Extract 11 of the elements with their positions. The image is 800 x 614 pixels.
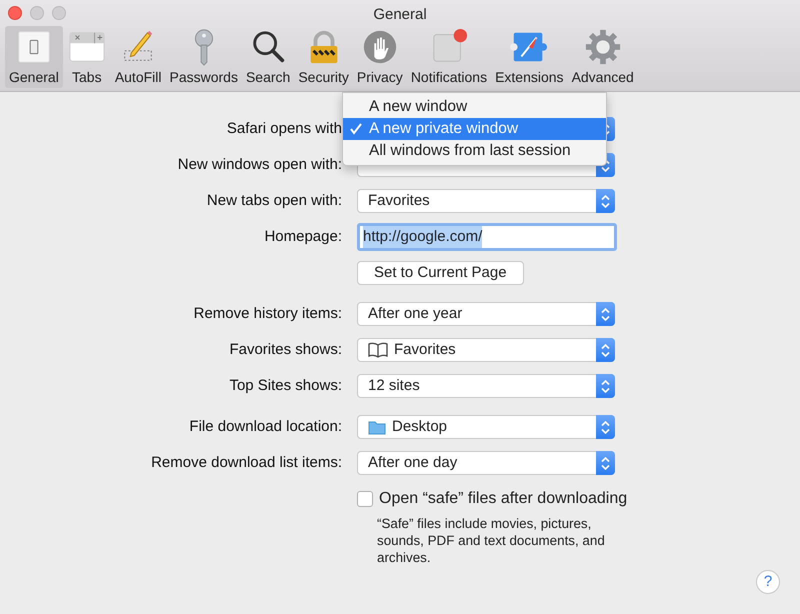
- field-label: Favorites shows:: [228, 340, 342, 360]
- help-text: “Safe” files include movies, pictures, sounds, PDF and text documents, and archives.: [377, 515, 606, 566]
- field-label: Remove history items:: [192, 304, 342, 324]
- field-label: Remove download list items:: [150, 452, 342, 473]
- window-title: General: [373, 6, 427, 23]
- field-label: File download location:: [188, 416, 342, 437]
- field-label: New tabs open with:: [206, 190, 342, 211]
- field-label: Homepage:: [263, 226, 342, 247]
- field-label: New windows open with:: [176, 154, 342, 175]
- field-label: Top Sites shows:: [228, 376, 342, 396]
- field-label: Safari opens with: [226, 118, 342, 139]
